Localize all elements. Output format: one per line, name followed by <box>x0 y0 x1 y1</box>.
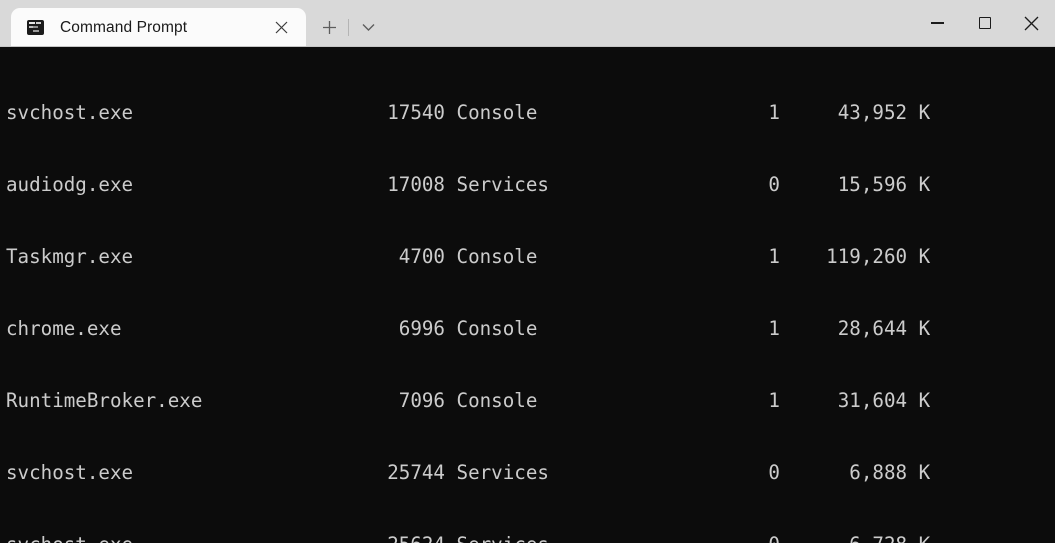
tab-strip: Command Prompt <box>0 0 385 47</box>
terminal-output[interactable]: svchost.exe 17540 Console 1 43,952 K aud… <box>0 47 1055 543</box>
terminal-line: svchost.exe 17540 Console 1 43,952 K <box>6 101 1055 125</box>
tab-close-icon[interactable] <box>266 13 296 43</box>
terminal-line: svchost.exe 25624 Services 0 6,728 K <box>6 533 1055 543</box>
title-bar: Command Prompt <box>0 0 1055 47</box>
chevron-down-icon[interactable] <box>351 8 385 47</box>
terminal-line: RuntimeBroker.exe 7096 Console 1 31,604 … <box>6 389 1055 413</box>
terminal-line: chrome.exe 6996 Console 1 28,644 K <box>6 317 1055 341</box>
toolbar-divider <box>348 19 349 36</box>
minimize-button[interactable] <box>914 0 961 46</box>
maximize-button[interactable] <box>961 0 1008 46</box>
terminal-line: audiodg.exe 17008 Services 0 15,596 K <box>6 173 1055 197</box>
tab-title: Command Prompt <box>60 19 266 37</box>
new-tab-button[interactable] <box>312 8 346 47</box>
console-icon <box>27 20 44 35</box>
terminal-line: Taskmgr.exe 4700 Console 1 119,260 K <box>6 245 1055 269</box>
window-controls <box>914 0 1055 46</box>
terminal-line: svchost.exe 25744 Services 0 6,888 K <box>6 461 1055 485</box>
tab-command-prompt[interactable]: Command Prompt <box>11 8 306 47</box>
close-window-button[interactable] <box>1008 0 1055 46</box>
